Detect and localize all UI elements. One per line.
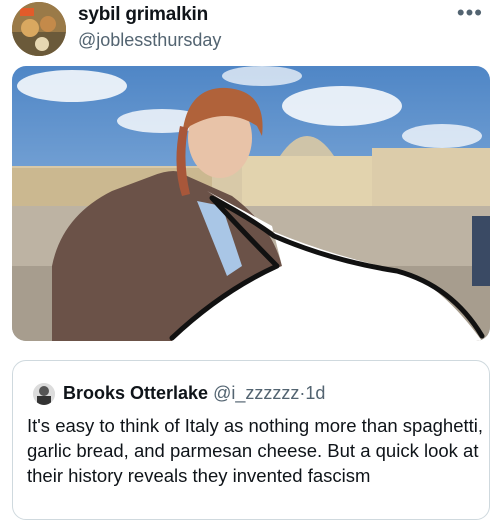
tweet-media-image[interactable] (12, 66, 490, 341)
quoted-handle[interactable]: @i_zzzzzz (213, 383, 299, 403)
quoted-avatar-image (33, 383, 55, 405)
author-handle[interactable]: @joblessthursday (78, 30, 221, 51)
author-avatar[interactable] (12, 2, 66, 56)
quoted-tweet-header: Brooks Otterlake @i_zzzzzz·1d (63, 383, 325, 404)
quoted-display-name[interactable]: Brooks Otterlake (63, 383, 208, 403)
avatar-image (12, 2, 66, 56)
photo-with-drawn-speech-bubble (12, 66, 490, 341)
more-options-icon[interactable]: ••• (457, 0, 483, 26)
quoted-timestamp[interactable]: 1d (305, 383, 325, 403)
quoted-tweet[interactable]: Brooks Otterlake @i_zzzzzz·1d It's easy … (12, 360, 490, 520)
tweet-card: sybil grimalkin @joblessthursday ••• Bro… (0, 0, 497, 520)
author-display-name[interactable]: sybil grimalkin (78, 4, 208, 26)
quoted-author-avatar[interactable] (33, 383, 55, 405)
quoted-tweet-text: It's easy to think of Italy as nothing m… (27, 415, 484, 486)
